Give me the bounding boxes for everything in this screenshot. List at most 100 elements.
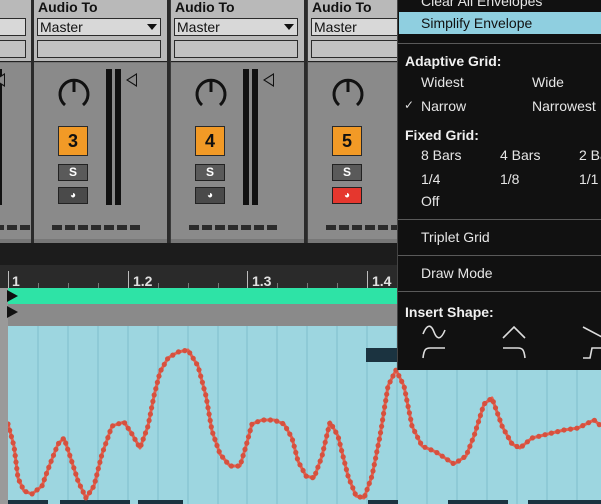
menu-item-1-4[interactable]: 1/4 bbox=[421, 171, 440, 187]
envelope-breakpoint[interactable] bbox=[41, 477, 47, 483]
envelope-breakpoint[interactable] bbox=[357, 494, 363, 500]
envelope-breakpoint[interactable] bbox=[8, 433, 14, 440]
menu-item-4-bars[interactable]: 4 Bars bbox=[500, 147, 540, 163]
envelope-breakpoint[interactable] bbox=[194, 361, 200, 367]
envelope-breakpoint[interactable] bbox=[75, 477, 81, 483]
square-shape-icon[interactable] bbox=[582, 345, 601, 359]
envelope-breakpoint[interactable] bbox=[405, 403, 411, 410]
envelope-breakpoint[interactable] bbox=[377, 430, 384, 436]
envelope-breakpoint[interactable] bbox=[291, 443, 297, 449]
envelope-breakpoint[interactable] bbox=[337, 441, 343, 447]
envelope-breakpoint[interactable] bbox=[238, 459, 244, 465]
envelope-breakpoint[interactable] bbox=[464, 449, 471, 455]
envelope-breakpoint[interactable] bbox=[495, 411, 501, 417]
envelope-breakpoint[interactable] bbox=[492, 405, 499, 411]
solo-button[interactable]: S bbox=[195, 164, 225, 181]
envelope-breakpoint[interactable] bbox=[90, 484, 96, 490]
envelope-breakpoint[interactable] bbox=[142, 430, 149, 436]
envelope-breakpoint[interactable] bbox=[315, 464, 321, 470]
envelope-breakpoint[interactable] bbox=[149, 405, 155, 411]
envelope-breakpoint[interactable] bbox=[376, 436, 382, 442]
envelope-breakpoint[interactable] bbox=[509, 440, 515, 446]
envelope-breakpoint[interactable] bbox=[116, 421, 122, 427]
envelope-breakpoint[interactable] bbox=[574, 425, 580, 431]
envelope-breakpoint[interactable] bbox=[125, 425, 131, 431]
envelope-breakpoint[interactable] bbox=[146, 417, 152, 424]
envelope-breakpoint[interactable] bbox=[345, 473, 351, 479]
arm-button[interactable]: ◕ bbox=[58, 187, 88, 204]
envelope-breakpoint[interactable] bbox=[261, 417, 267, 423]
menu-item-clear-all-envelopes[interactable]: Clear All Envelopes bbox=[421, 0, 542, 9]
envelope-breakpoint[interactable] bbox=[379, 423, 385, 429]
envelope-breakpoint[interactable] bbox=[461, 454, 467, 460]
menu-item-triplet-grid[interactable]: Triplet Grid bbox=[421, 229, 490, 245]
envelope-breakpoint[interactable] bbox=[165, 356, 171, 362]
envelope-breakpoint[interactable] bbox=[210, 430, 216, 436]
envelope-breakpoint[interactable] bbox=[497, 417, 503, 423]
envelope-breakpoint[interactable] bbox=[548, 430, 555, 436]
envelope-breakpoint[interactable] bbox=[542, 432, 548, 438]
envelope-breakpoint[interactable] bbox=[591, 417, 598, 423]
envelope-breakpoint[interactable] bbox=[203, 392, 209, 398]
envelope-breakpoint[interactable] bbox=[580, 423, 586, 429]
envelope-breakpoint[interactable] bbox=[161, 361, 167, 367]
envelope-breakpoint[interactable] bbox=[455, 458, 462, 464]
triangle-shape-icon[interactable] bbox=[502, 324, 526, 340]
envelope-breakpoint[interactable] bbox=[207, 417, 213, 424]
envelope-breakpoint[interactable] bbox=[499, 423, 505, 429]
envelope-breakpoint[interactable] bbox=[472, 431, 478, 437]
envelope-breakpoint[interactable] bbox=[150, 398, 156, 404]
envelope-breakpoint[interactable] bbox=[330, 423, 336, 430]
pan-knob[interactable] bbox=[193, 75, 229, 111]
envelope-breakpoint[interactable] bbox=[321, 446, 327, 452]
envelope-breakpoint[interactable] bbox=[319, 452, 325, 458]
envelope-breakpoint[interactable] bbox=[434, 450, 440, 456]
envelope-breakpoint[interactable] bbox=[387, 379, 393, 385]
envelope-breakpoint[interactable] bbox=[381, 410, 387, 417]
envelope-breakpoint[interactable] bbox=[39, 483, 45, 489]
envelope-breakpoint[interactable] bbox=[567, 426, 574, 432]
envelope-breakpoint[interactable] bbox=[198, 373, 204, 379]
envelope-breakpoint[interactable] bbox=[390, 373, 396, 379]
envelope-breakpoint[interactable] bbox=[505, 434, 511, 441]
envelope-breakpoint[interactable] bbox=[385, 385, 391, 391]
crossfader-assign[interactable] bbox=[52, 225, 140, 230]
envelope-breakpoint[interactable] bbox=[371, 462, 377, 468]
envelope-breakpoint[interactable] bbox=[249, 421, 255, 427]
sawtooth-shape-icon[interactable] bbox=[582, 324, 601, 340]
volume-fader-handle[interactable] bbox=[0, 73, 5, 87]
envelope-breakpoint[interactable] bbox=[339, 448, 345, 454]
envelope-breakpoint[interactable] bbox=[83, 495, 89, 501]
envelope-breakpoint[interactable] bbox=[313, 470, 319, 476]
menu-item-draw-mode[interactable]: Draw Mode bbox=[421, 265, 493, 281]
envelope-breakpoint[interactable] bbox=[154, 379, 160, 385]
envelope-breakpoint[interactable] bbox=[380, 417, 386, 423]
midi-note[interactable] bbox=[366, 348, 398, 362]
envelope-breakpoint[interactable] bbox=[473, 425, 480, 431]
envelope-breakpoint[interactable] bbox=[364, 486, 370, 493]
menu-item-narrowest[interactable]: Narrowest bbox=[532, 98, 596, 114]
envelope-breakpoint[interactable] bbox=[208, 424, 214, 430]
envelope-breakpoint[interactable] bbox=[317, 458, 323, 464]
envelope-breakpoint[interactable] bbox=[48, 458, 54, 464]
envelope-breakpoint[interactable] bbox=[242, 446, 248, 452]
envelope-breakpoint[interactable] bbox=[343, 466, 349, 473]
envelope-breakpoint[interactable] bbox=[170, 352, 176, 358]
envelope-breakpoint[interactable] bbox=[347, 479, 353, 485]
envelope-breakpoint[interactable] bbox=[399, 378, 405, 384]
envelope-breakpoint[interactable] bbox=[199, 379, 205, 385]
envelope-breakpoint[interactable] bbox=[103, 441, 109, 447]
envelope-breakpoint[interactable] bbox=[412, 428, 418, 435]
envelope-breakpoint[interactable] bbox=[519, 443, 525, 449]
envelope-breakpoint[interactable] bbox=[156, 373, 162, 379]
envelope-breakpoint[interactable] bbox=[418, 440, 424, 446]
envelope-breakpoint[interactable] bbox=[50, 452, 57, 458]
envelope-breakpoint[interactable] bbox=[12, 453, 18, 459]
envelope-breakpoint[interactable] bbox=[422, 444, 428, 450]
envelope-breakpoint[interactable] bbox=[561, 427, 567, 433]
envelope-breakpoint[interactable] bbox=[107, 428, 113, 435]
envelope-breakpoint[interactable] bbox=[280, 420, 286, 427]
envelope-breakpoint[interactable] bbox=[110, 423, 116, 429]
envelope-breakpoint[interactable] bbox=[300, 467, 306, 474]
output-channel-field[interactable] bbox=[37, 40, 161, 58]
